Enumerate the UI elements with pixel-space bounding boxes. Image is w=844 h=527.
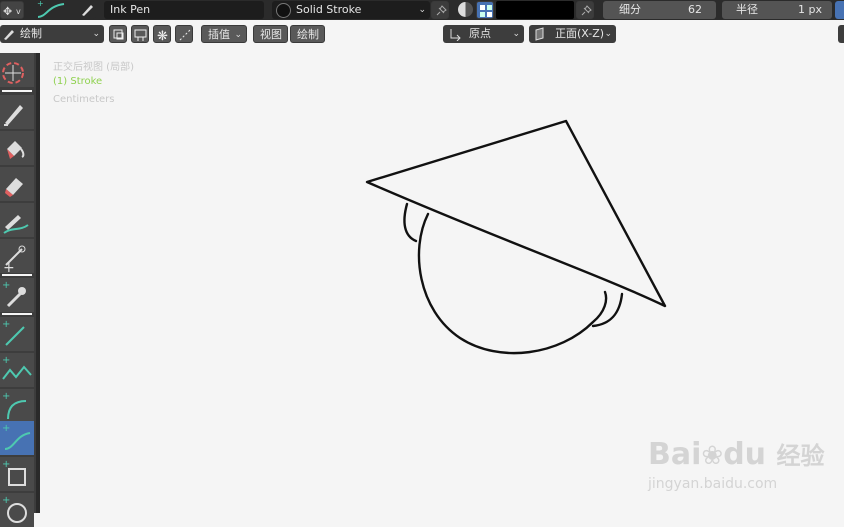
mode-label: 绘制 [20,27,42,40]
chevron-down-icon: ⌄ [512,29,520,39]
svg-text:+: + [3,260,15,273]
radius-label: 半径 [736,3,758,16]
chevron-down-icon: ⌄ [418,5,426,15]
snap-mode-icon[interactable] [175,25,193,43]
material-label: Solid Stroke [296,3,362,16]
toolbar-separator [2,313,32,315]
subdivide-value: 62 [688,3,702,16]
cutter-tool[interactable]: + [0,239,34,273]
box-tool-icon: + [2,459,26,486]
view-name: 正交后视图 (局部) [53,62,134,73]
radius-value: 1 px [798,3,822,16]
viewport-header: 绘制 ⌄ ❋ 插值 ⌄ 视图 绘制 原点 ⌄ 正面(X-Z) ⌄ [0,22,844,47]
curve-tool-icon: + [2,423,31,450]
watermark-brand-2: du [723,437,767,472]
plane-icon [534,27,548,41]
eyedropper-tool[interactable]: + [0,278,34,312]
watermark-url: jingyan.baidu.com [648,476,778,492]
tool-header: ✥ v + Ink Pen Solid Stroke ⌄ 细分 62 半径 1 p… [0,0,844,20]
svg-text:+: + [37,0,44,8]
polyline-tool-icon: + [2,355,32,380]
placement-label: 正面(X-Z) [555,27,605,40]
settings-edge-button[interactable] [835,1,844,19]
chevron-down-icon: ⌄ [92,29,100,39]
svg-text:+: + [2,391,10,402]
polyline-tool[interactable]: + [0,353,34,387]
erase-tool[interactable] [0,167,34,201]
sidebar-toggle[interactable] [838,25,844,43]
chevron-down-icon: ⌄ [604,29,612,39]
box-tool[interactable]: + [0,457,34,491]
face-stroke [417,212,608,355]
cursor-tool[interactable] [0,53,34,87]
vertex-color-icon[interactable] [476,1,494,19]
toolbar-separator [2,274,32,276]
draw-tool[interactable] [0,95,34,129]
eyedropper-tool-icon: + [2,280,26,308]
object-name: (1) Stroke [53,76,103,87]
svg-text:+: + [2,495,10,506]
pin-icon[interactable] [576,1,594,19]
svg-text:+: + [2,423,10,434]
tool-shelf: + + + + + + + + [0,53,38,527]
subdivide-field[interactable]: 细分 62 [603,1,716,19]
stroke-mode-icon[interactable] [131,25,149,43]
svg-text:✥: ✥ [3,5,12,18]
fill-tool[interactable] [0,131,34,165]
toolbar-separator [2,90,32,92]
tint-tool[interactable] [0,203,34,237]
sculpt-mode-icon[interactable]: ❋ [153,25,171,44]
cursor-tool-icon [2,62,24,84]
object-mode-icon[interactable]: ✥ v [0,1,24,19]
erase-tool-icon [5,178,23,197]
left-ear-stroke [403,202,418,243]
color-swatch[interactable] [496,1,574,19]
units-label: Centimeters [53,94,115,105]
material-sphere-icon [276,3,291,18]
pencil-icon [2,27,16,41]
watermark-logo: Bai❀du 经验 [648,436,825,472]
color-mode-icon[interactable] [458,2,473,17]
svg-text:❋: ❋ [157,29,168,44]
origin-icon [448,27,462,41]
right-ear-stroke [591,292,624,328]
radius-field[interactable]: 半径 1 px [722,1,832,19]
arc-tool[interactable]: + [0,389,34,423]
circle-tool[interactable]: + [0,493,34,527]
svg-text:v: v [16,7,21,16]
brush-icon[interactable] [78,1,96,19]
material-select[interactable]: Solid Stroke ⌄ [272,1,430,19]
svg-text:+: + [2,319,10,330]
line-tool-icon: + [2,319,25,346]
fill-tool-icon [7,141,25,159]
pin-icon[interactable] [431,1,449,19]
subdivide-label: 细分 [619,3,641,16]
chevron-down-icon: ⌄ [234,30,242,40]
select-mode-icon[interactable] [109,25,127,43]
paw-icon: ❀ [701,441,724,471]
watermark-brand: Bai [648,437,702,472]
brush-name-field[interactable]: Ink Pen [104,1,264,19]
watermark-brand-cn: 经验 [776,442,825,470]
line-tool[interactable]: + [0,317,34,351]
active-curve-tool-icon: + [34,0,68,20]
interpolate-menu[interactable]: 插值 ⌄ [201,25,247,43]
circle-tool-icon: + [2,495,27,523]
svg-text:+: + [2,280,10,291]
tint-tool-icon [3,215,29,234]
arc-tool-icon: + [2,391,27,420]
draw-tool-icon [4,105,23,126]
svg-text:+: + [2,459,10,470]
cutter-tool-icon: + [3,245,26,273]
toolbar-scrollbar[interactable] [36,53,40,513]
interpolate-label: 插值 [208,28,230,41]
view-menu[interactable]: 视图 [253,25,288,43]
curve-tool[interactable]: + [0,421,34,455]
draw-menu[interactable]: 绘制 [290,25,325,43]
svg-text:+: + [2,355,10,366]
hat-stroke [365,119,667,308]
origin-label: 原点 [469,27,491,40]
